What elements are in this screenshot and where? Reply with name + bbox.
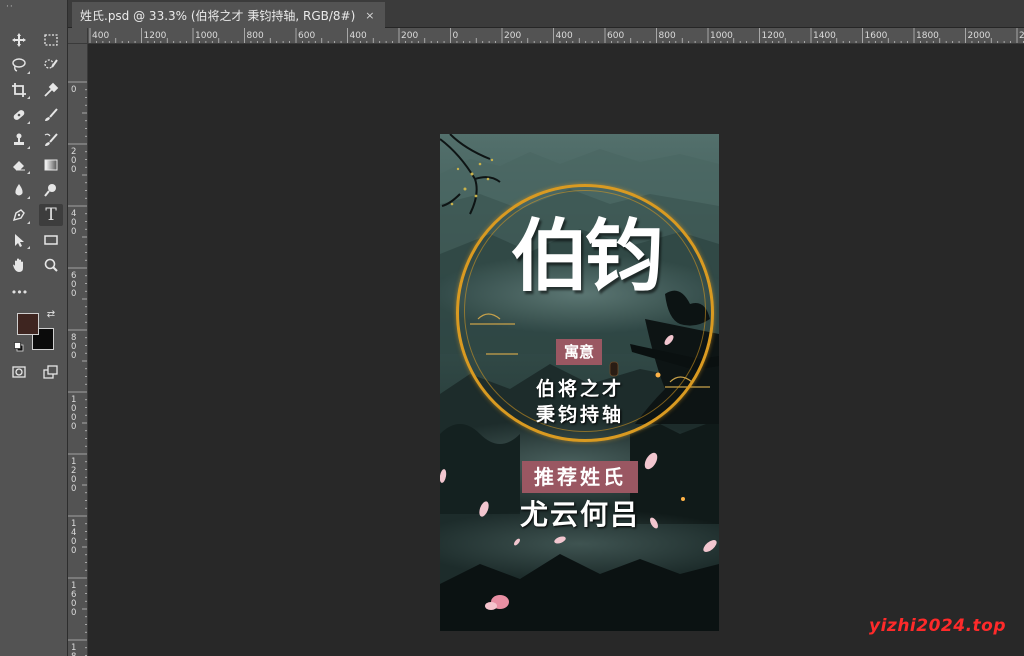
move-icon[interactable] bbox=[7, 29, 31, 51]
document-tab[interactable]: 姓氏.psd @ 33.3% (伯将之才 秉钧持轴, RGB/8#) × bbox=[72, 2, 385, 28]
horizontal-ruler-ticks: 400 1200 1000 800 600 400 200 0 200 400 600 800 1000… bbox=[89, 28, 1024, 43]
ruler-label: 600 bbox=[607, 31, 624, 41]
recommend-tag[interactable]: 推荐姓氏 bbox=[522, 461, 638, 493]
zoom-icon[interactable] bbox=[39, 254, 63, 276]
ruler-label: 200 bbox=[504, 31, 521, 41]
surname-list[interactable]: 尤云何吕 bbox=[500, 493, 660, 533]
ruler-label: 1200 bbox=[762, 31, 785, 41]
ruler-label: 1400 bbox=[813, 31, 836, 41]
quick-select-icon[interactable] bbox=[39, 54, 63, 76]
ruler-label: 400 bbox=[556, 31, 573, 41]
tools-panel: ·· T ••• ⇄ bbox=[0, 0, 68, 656]
rectangle-icon[interactable] bbox=[39, 229, 63, 251]
history-brush-icon[interactable] bbox=[39, 129, 63, 151]
clone-stamp-icon[interactable] bbox=[7, 129, 31, 151]
meaning-tag[interactable]: 寓意 bbox=[556, 339, 602, 365]
ruler-label: 0 bbox=[71, 289, 76, 299]
ruler-label: 1000 bbox=[710, 31, 733, 41]
ruler-label: 1600 bbox=[865, 31, 888, 41]
healing-brush-icon[interactable] bbox=[7, 104, 31, 126]
dodge-icon[interactable] bbox=[39, 179, 63, 201]
panel-grip[interactable]: ·· bbox=[6, 2, 14, 12]
meaning-line-2[interactable]: 秉钧持轴 bbox=[480, 400, 680, 427]
watermark: yizhi2024.top bbox=[869, 616, 1006, 636]
ruler-label: 1000 bbox=[195, 31, 218, 41]
type-icon[interactable]: T bbox=[39, 204, 63, 226]
ruler-label: 0 bbox=[71, 85, 76, 95]
screen-mode-icon[interactable] bbox=[39, 361, 63, 383]
ruler-label: 1200 bbox=[144, 31, 167, 41]
default-colors-icon[interactable] bbox=[12, 340, 26, 354]
ruler-label: 200 bbox=[401, 31, 418, 41]
close-icon[interactable]: × bbox=[365, 9, 374, 22]
poster-title[interactable]: 伯钧 bbox=[480, 218, 690, 296]
document-canvas[interactable]: 伯钧 寓意 伯将之才 秉钧持轴 推荐姓氏 尤云何吕 bbox=[440, 134, 719, 631]
ruler-label: 0 bbox=[71, 484, 76, 494]
canvas-workspace[interactable]: 伯钧 寓意 伯将之才 秉钧持轴 推荐姓氏 尤云何吕 bbox=[88, 44, 1024, 656]
eraser-icon[interactable] bbox=[7, 154, 31, 176]
more-tools-icon[interactable]: ••• bbox=[7, 281, 31, 303]
ruler-label: 600 bbox=[298, 31, 315, 41]
ruler-label: 0 bbox=[71, 351, 76, 361]
ruler-label: 0 bbox=[71, 608, 76, 618]
ruler-label: 0 bbox=[71, 422, 76, 432]
ruler-origin[interactable] bbox=[68, 28, 88, 44]
path-select-icon[interactable] bbox=[7, 229, 31, 251]
ruler-label: 400 bbox=[92, 31, 109, 41]
swap-colors-icon[interactable]: ⇄ bbox=[44, 308, 58, 322]
horizontal-ruler[interactable]: 400 1200 1000 800 600 400 200 0 200 400 600 800 1000… bbox=[88, 28, 1024, 44]
document-tab-bar: 姓氏.psd @ 33.3% (伯将之才 秉钧持轴, RGB/8#) × bbox=[68, 0, 1024, 28]
ruler-label: 0 bbox=[71, 227, 76, 237]
marquee-icon[interactable] bbox=[39, 29, 63, 51]
vertical-ruler-ticks: 020040060080010001200140016001800 bbox=[68, 81, 87, 656]
crop-icon[interactable] bbox=[7, 79, 31, 101]
ruler-label: 1800 bbox=[916, 31, 939, 41]
ruler-label: 400 bbox=[350, 31, 367, 41]
ruler-label: 0 bbox=[71, 546, 76, 556]
pen-icon[interactable] bbox=[7, 204, 31, 226]
quick-mask-icon[interactable] bbox=[7, 361, 31, 383]
vertical-ruler[interactable]: 020040060080010001200140016001800 bbox=[68, 44, 88, 656]
ruler-label: 0 bbox=[453, 31, 459, 41]
blur-icon[interactable] bbox=[7, 179, 31, 201]
brush-icon[interactable] bbox=[39, 104, 63, 126]
document-tab-title: 姓氏.psd @ 33.3% (伯将之才 秉钧持轴, RGB/8#) bbox=[80, 8, 356, 23]
hand-icon[interactable] bbox=[7, 254, 31, 276]
ruler-label: 800 bbox=[659, 31, 676, 41]
eyedropper-icon[interactable] bbox=[39, 79, 63, 101]
ruler-label: 800 bbox=[247, 31, 264, 41]
gradient-icon[interactable] bbox=[39, 154, 63, 176]
ruler-label: 8 bbox=[71, 652, 76, 656]
ruler-label: 0 bbox=[71, 165, 76, 175]
meaning-line-1[interactable]: 伯将之才 bbox=[480, 374, 680, 401]
ruler-label: 2000 bbox=[968, 31, 991, 41]
lasso-icon[interactable] bbox=[7, 54, 31, 76]
foreground-color-swatch[interactable] bbox=[17, 313, 39, 335]
photoshop-window: ·· T ••• ⇄ 姓氏.psd @ 33.3% (伯将之才 秉钧持轴, RG… bbox=[0, 0, 1024, 656]
ruler-label: 22 bbox=[1019, 31, 1024, 41]
